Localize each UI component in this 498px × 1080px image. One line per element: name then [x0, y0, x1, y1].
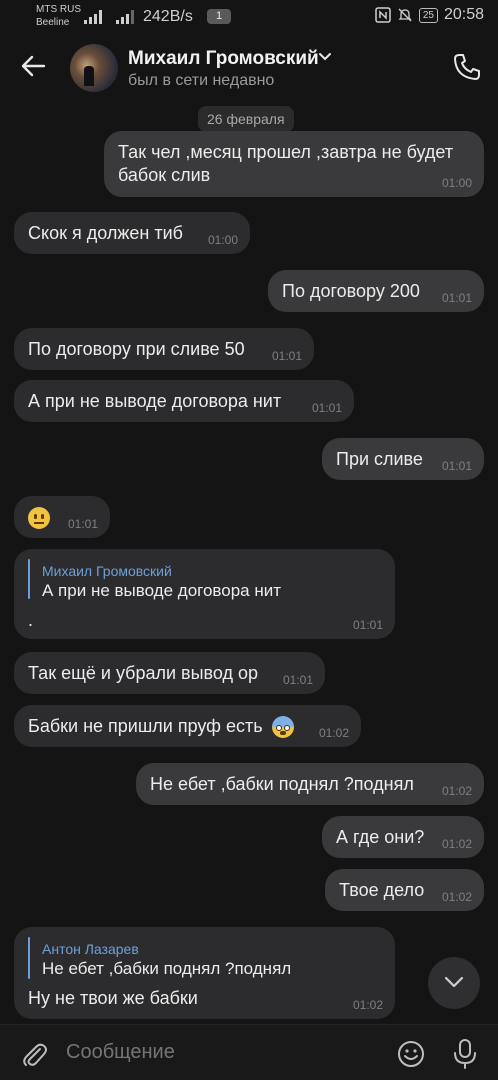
- message-time: 01:01: [271, 349, 302, 363]
- avatar[interactable]: [70, 44, 118, 92]
- message-text: При сливе: [336, 449, 423, 469]
- back-arrow-icon[interactable]: [20, 54, 46, 78]
- carrier-names: MTS RUS Beeline: [36, 3, 81, 29]
- carrier-2: Beeline: [36, 17, 70, 28]
- date-separator: 26 февраля: [198, 106, 294, 132]
- message-bubble-outgoing[interactable]: Не ебет ,бабки поднял ?поднял 01:02: [136, 763, 484, 805]
- message-text: По договору 200: [282, 281, 420, 301]
- message-time: 01:02: [441, 890, 472, 904]
- message-bubble-reply[interactable]: Антон Лазарев Не ебет ,бабки поднял ?под…: [14, 927, 395, 1019]
- message-text: Твое дело: [339, 880, 425, 900]
- contact-status: был в сети недавно: [128, 72, 275, 89]
- message-bubble-outgoing[interactable]: Так чел ,месяц прошел ,завтра не будет б…: [104, 131, 484, 197]
- message-text: Бабки не пришли пруф есть: [28, 715, 294, 739]
- clock: 20:58: [443, 6, 484, 23]
- message-bubble-incoming[interactable]: Скок я должен тиб 01:00: [14, 212, 250, 254]
- message-time: 01:02: [352, 998, 383, 1012]
- message-text: Не ебет ,бабки поднял ?поднял: [150, 774, 414, 794]
- message-bubble-reply[interactable]: Михаил Громовский А при не выводе догово…: [14, 549, 395, 639]
- reply-author[interactable]: Михаил Громовский: [42, 560, 172, 582]
- message-time: 01:00: [441, 176, 472, 190]
- network-speed: 242B/s: [143, 8, 193, 25]
- message-text: Скок я должен тиб: [28, 223, 183, 243]
- paperclip-icon[interactable]: [20, 1039, 48, 1069]
- message-text: .: [28, 610, 34, 630]
- chat-header: Михаил Громовский был в сети недавно: [0, 36, 498, 100]
- message-time: 01:01: [282, 673, 313, 687]
- message-bubble-outgoing[interactable]: При сливе 01:01: [322, 438, 484, 480]
- message-text: Ну не твои же бабки: [28, 988, 198, 1008]
- scroll-to-bottom-button[interactable]: [428, 957, 480, 1009]
- message-text-content: Бабки не пришли пруф есть: [28, 716, 263, 736]
- reply-author[interactable]: Антон Лазарев: [42, 938, 139, 960]
- message-text: А где они?: [336, 827, 425, 847]
- message-bubble-incoming[interactable]: По договору при сливе 50 01:01: [14, 328, 314, 370]
- chevron-down-icon: [444, 976, 464, 988]
- reply-quote-text: А при не выводе договора нит: [42, 581, 282, 600]
- emoji-smile-icon[interactable]: [396, 1039, 426, 1069]
- message-time: 01:01: [311, 401, 342, 415]
- message-time: 01:01: [67, 517, 98, 531]
- message-text: Так чел ,месяц прошел ,завтра не будет: [118, 142, 454, 162]
- signal-icon: [84, 10, 102, 24]
- battery-level: 25: [418, 7, 438, 23]
- mute-icon: [398, 8, 412, 22]
- carrier-1: MTS RUS: [36, 4, 81, 15]
- message-text: А при не выводе договора нит: [28, 391, 282, 411]
- message-time: 01:00: [207, 233, 238, 247]
- message-bubble-incoming[interactable]: А при не выводе договора нит 01:01: [14, 380, 354, 422]
- message-bubble-incoming[interactable]: 01:01: [14, 496, 110, 538]
- signal-icon-2: [116, 10, 134, 24]
- message-time: 01:02: [318, 726, 349, 740]
- message-emoji: [28, 506, 50, 530]
- message-text: Так ещё и убрали вывод ор: [28, 663, 259, 683]
- reply-accent-bar: [28, 937, 30, 979]
- message-time: 01:02: [441, 837, 472, 851]
- chevron-down-icon[interactable]: [318, 52, 332, 62]
- neutral-face-icon: [28, 507, 50, 530]
- nfc-icon: [375, 7, 391, 23]
- phone-icon[interactable]: [452, 52, 482, 82]
- message-composer: [0, 1024, 498, 1080]
- message-bubble-incoming[interactable]: Так ещё и убрали вывод ор 01:01: [14, 652, 325, 694]
- reply-quote-text: Не ебет ,бабки поднял ?поднял: [42, 959, 292, 978]
- message-bubble-incoming[interactable]: Бабки не пришли пруф есть 01:02: [14, 705, 361, 747]
- message-time: 01:01: [441, 291, 472, 305]
- status-right: 25 20:58: [375, 6, 484, 24]
- reply-accent-bar: [28, 559, 30, 599]
- fearful-face-icon: [271, 716, 294, 739]
- message-text: По договору при сливе 50: [28, 339, 245, 359]
- message-text: бабок слив: [118, 165, 211, 185]
- status-bar: MTS RUS Beeline 242B/s 1 25 20:58: [0, 0, 498, 36]
- message-bubble-outgoing[interactable]: А где они? 01:02: [322, 816, 484, 858]
- message-bubble-outgoing[interactable]: Твое дело 01:02: [325, 869, 484, 911]
- message-time: 01:01: [352, 618, 383, 632]
- contact-name[interactable]: Михаил Громовский: [128, 48, 319, 70]
- message-bubble-outgoing[interactable]: По договору 200 01:01: [268, 270, 484, 312]
- message-time: 01:01: [441, 459, 472, 473]
- message-time: 01:02: [441, 784, 472, 798]
- microphone-icon[interactable]: [452, 1038, 478, 1070]
- message-input[interactable]: [66, 1041, 366, 1064]
- notification-count: 1: [207, 9, 231, 24]
